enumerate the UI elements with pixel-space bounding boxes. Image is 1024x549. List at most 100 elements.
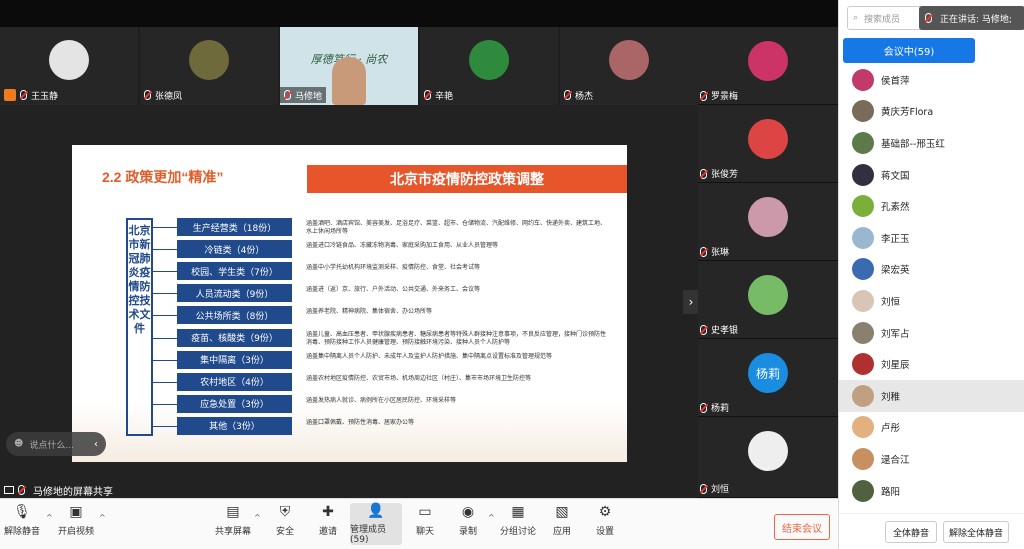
- toolbar-label: 设置: [595, 527, 614, 537]
- slide: 2.2 政策更加“精准” 北京市疫情防控政策调整 北京市新冠肺炎疫情防控技术文件…: [72, 145, 627, 462]
- chevron-up-icon[interactable]: ^: [488, 513, 495, 522]
- invite-button[interactable]: ✚ 邀请: [306, 503, 350, 537]
- slide-connector: [153, 293, 177, 295]
- thumb-tile-active-speaker[interactable]: 厚德笃行 · 尚农 马修地: [280, 27, 418, 105]
- slide-category-desc: 涵盖农村地区疫情防控、农贸市场、机场周边社区（村庄）、集市市场环境卫生防控等: [306, 374, 532, 382]
- security-button[interactable]: ⛨ 安全: [263, 503, 307, 537]
- member-list-item[interactable]: 路阳: [839, 475, 1024, 507]
- next-page-button[interactable]: ›: [683, 290, 699, 314]
- thumb-tile[interactable]: 罗景梅: [698, 27, 838, 105]
- member-list-item[interactable]: 李正玉: [839, 222, 1024, 254]
- end-meeting-button[interactable]: 结束会议: [774, 514, 830, 540]
- member-name: 黄庆芳Flora: [881, 107, 934, 119]
- member-name: 刘军占: [881, 328, 910, 340]
- slide-connector: [153, 337, 177, 339]
- apps-icon: ▧: [555, 504, 569, 520]
- member-list-item[interactable]: 刘军占: [839, 317, 1024, 349]
- mic-off-icon: [564, 90, 571, 100]
- member-list-item[interactable]: 刘稚: [839, 379, 1024, 412]
- tab-in-meeting[interactable]: 会议中(59): [843, 38, 975, 63]
- mic-off-icon: [20, 90, 27, 100]
- slide-connector: [153, 315, 177, 317]
- chevron-up-icon[interactable]: ^: [254, 513, 261, 522]
- slide-category: 疫苗、核酸类（9份）: [177, 328, 292, 347]
- avatar: [852, 258, 874, 281]
- thumb-tile[interactable]: 王玉静: [0, 27, 138, 105]
- gear-icon: ⚙: [598, 504, 612, 520]
- avatar: [852, 384, 874, 407]
- unmute-button[interactable]: 🎙 解除静音: [0, 503, 44, 537]
- chevron-up-icon[interactable]: ^: [46, 513, 53, 522]
- thumb-tile[interactable]: 杨莉 杨莉: [698, 339, 838, 417]
- avatar: [49, 40, 89, 80]
- thumb-tile[interactable]: 张俊芳: [698, 105, 838, 183]
- share-screen-button[interactable]: ▤ 共享屏幕: [211, 503, 255, 537]
- member-list-item[interactable]: 逯合江: [839, 443, 1024, 475]
- member-list-item[interactable]: 刘星辰: [839, 348, 1024, 380]
- slide-connector: [153, 403, 177, 405]
- thumb-tile[interactable]: 杨杰: [560, 27, 698, 105]
- thumb-tile[interactable]: 张琳: [698, 183, 838, 261]
- shield-icon: ⛨: [279, 504, 291, 520]
- member-list-item[interactable]: 梁宏英: [839, 254, 1024, 286]
- breakout-button[interactable]: ▦ 分组讨论: [496, 503, 540, 537]
- participant-name: 罗景梅: [711, 92, 739, 102]
- chevron-down-icon[interactable]: ﹀: [761, 463, 771, 478]
- record-button[interactable]: ◉ 录制: [446, 503, 490, 537]
- start-video-button[interactable]: ▣ 开启视频: [54, 503, 98, 537]
- thumb-tile[interactable]: 刘恒: [698, 417, 838, 498]
- mic-icon: [925, 13, 932, 23]
- toolbar-label: 开启视频: [57, 527, 94, 537]
- member-name: 孔素然: [881, 202, 910, 214]
- chat-input[interactable]: ☻ 说点什么... ‹: [6, 432, 106, 456]
- chevron-left-icon[interactable]: ‹: [94, 439, 98, 450]
- participant-name: 王玉静: [31, 91, 59, 102]
- mic-off-icon: 🎙: [13, 504, 31, 520]
- member-list-item[interactable]: 侯首萍: [839, 64, 1024, 96]
- slide-category-desc: 涵盖养老院、精神病院、集体宿舍、办公场所等: [306, 308, 433, 316]
- toolbar-label: 管理成员(59): [350, 525, 387, 545]
- members-tabs: 会议中(59): [839, 38, 1024, 64]
- member-name: 基础部--邢玉红: [881, 138, 945, 150]
- slide-connector: [153, 359, 177, 361]
- thumb-tile[interactable]: 张德凤: [140, 27, 278, 105]
- thumb-tile[interactable]: 辛艳: [420, 27, 558, 105]
- settings-button[interactable]: ⚙ 设置: [583, 503, 627, 537]
- chevron-up-icon[interactable]: ^: [99, 513, 106, 522]
- avatar-initials: 杨莉: [755, 366, 780, 381]
- avatar: 杨莉: [748, 353, 788, 393]
- top-strip: [0, 0, 838, 27]
- shared-screen: 2.2 政策更加“精准” 北京市疫情防控政策调整 北京市新冠肺炎疫情防控技术文件…: [0, 105, 699, 498]
- member-list-item[interactable]: 刘恒: [839, 285, 1024, 317]
- share-label: 马修地的屏幕共享: [0, 481, 113, 499]
- slide-banner: 北京市疫情防控政策调整: [307, 165, 627, 193]
- member-list-item[interactable]: 蒋文国: [839, 159, 1024, 191]
- avatar: [852, 163, 874, 186]
- toolbar-label: 应用: [552, 527, 571, 537]
- thumb-tile[interactable]: 史孝银: [698, 261, 838, 339]
- slide-connector: [153, 227, 177, 228]
- avatar: [852, 226, 874, 249]
- member-list-item[interactable]: 基础部--邢玉红: [839, 127, 1024, 159]
- avatar: [852, 353, 874, 376]
- slide-category: 冷链类（4份）: [177, 240, 292, 259]
- unmute-all-button[interactable]: 解除全体静音: [943, 521, 1009, 543]
- avatar: [852, 68, 874, 91]
- slide-category-desc: 涵盖进（返）京、旅行、户外活动、公共交通、外来务工、会议等: [306, 286, 481, 294]
- member-search-input[interactable]: ⌕ 搜索成员: [847, 6, 923, 30]
- avatar: [852, 416, 874, 439]
- avatar: [852, 195, 874, 218]
- mic-off-icon: [700, 246, 707, 257]
- apps-button[interactable]: ▧ 应用: [540, 503, 584, 537]
- emoji-icon[interactable]: ☻: [14, 439, 23, 449]
- member-list-item[interactable]: 卢彤: [839, 412, 1024, 444]
- mute-all-button[interactable]: 全体静音: [885, 521, 937, 543]
- slide-category: 公共场所类（8份）: [177, 306, 292, 325]
- mic-off-icon: [700, 90, 707, 101]
- manage-members-button[interactable]: 👤 管理成员(59): [350, 503, 402, 545]
- chat-button[interactable]: ▭ 聊天: [403, 503, 447, 537]
- toolbar-label: 解除静音: [3, 527, 40, 537]
- member-list-item[interactable]: 孔素然: [839, 190, 1024, 222]
- share-label-text: 马修地的屏幕共享: [33, 486, 113, 498]
- member-list-item[interactable]: 黄庆芳Flora: [839, 96, 1024, 128]
